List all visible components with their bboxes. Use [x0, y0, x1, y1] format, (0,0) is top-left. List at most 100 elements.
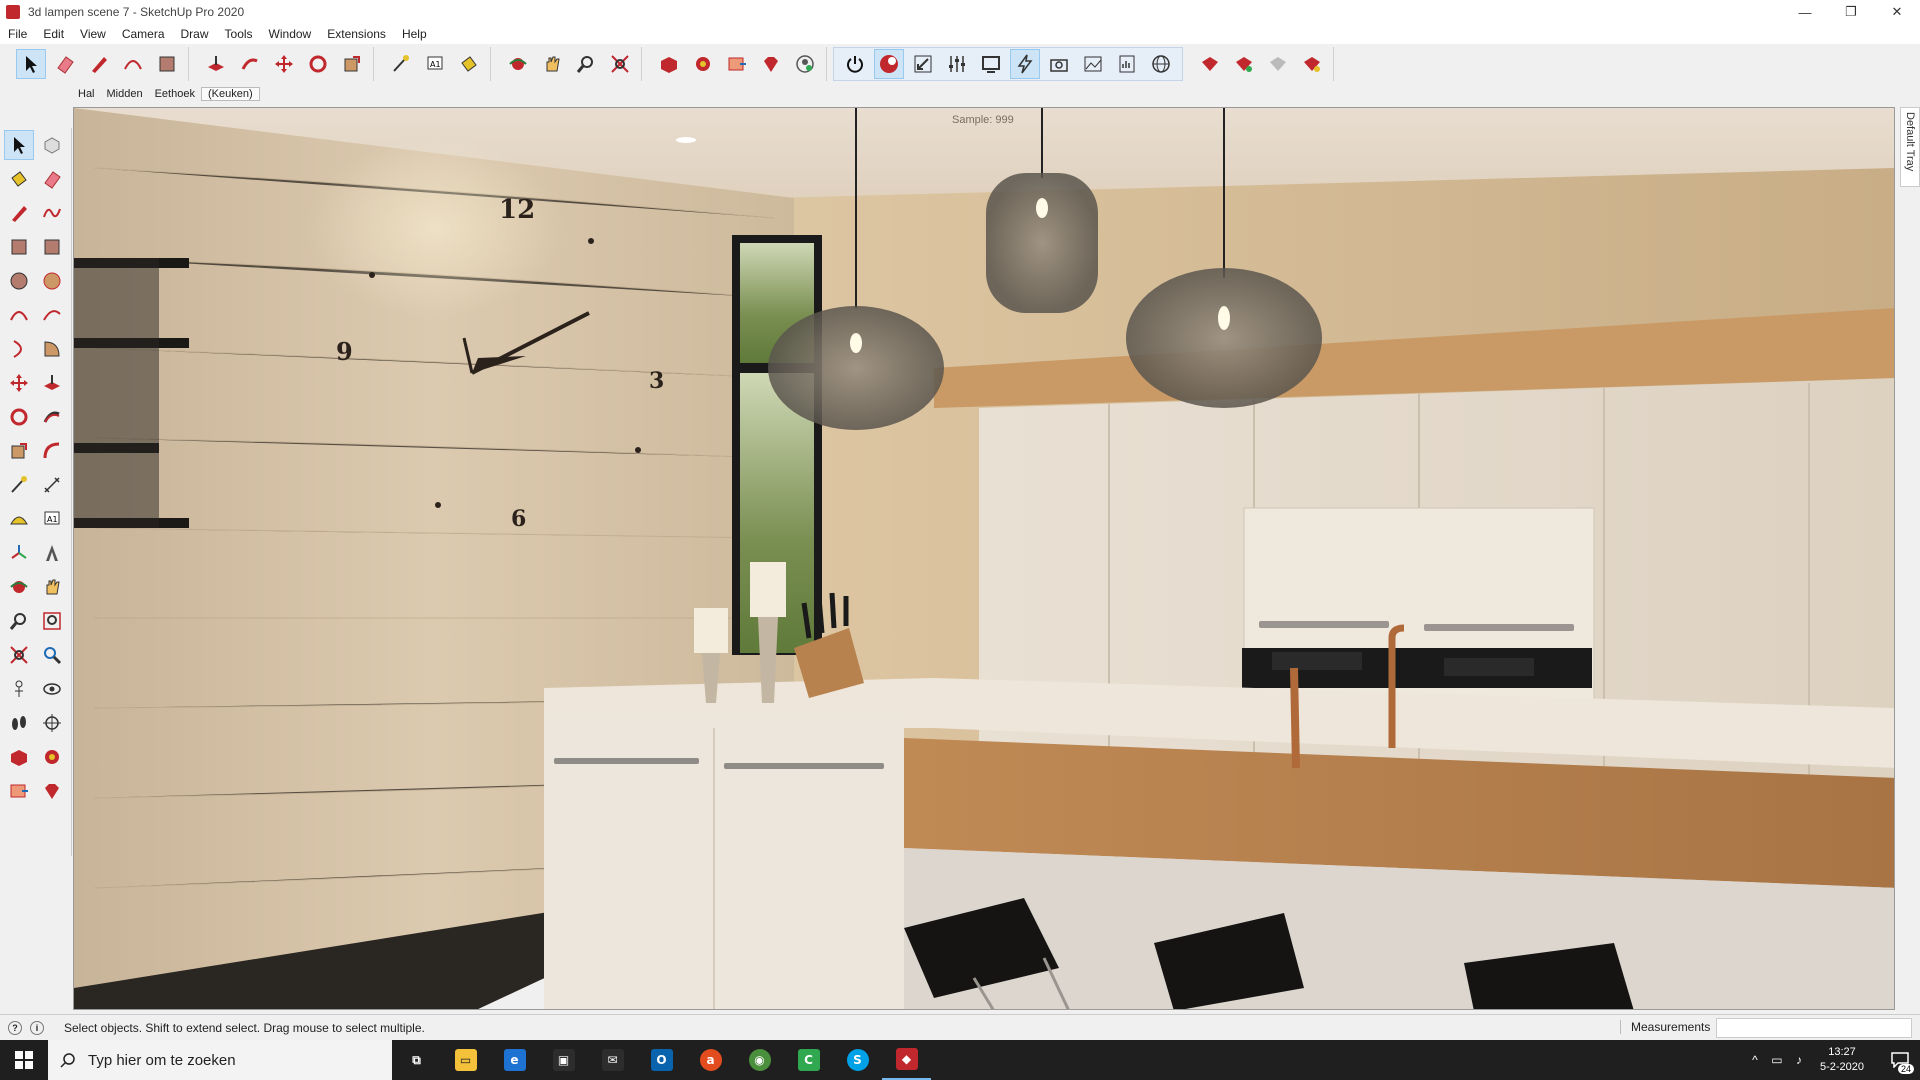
left-walk-button[interactable]	[4, 708, 34, 738]
left-look-around-button[interactable]	[38, 674, 68, 704]
account-button[interactable]	[790, 49, 820, 79]
left-circle-button[interactable]	[4, 266, 34, 296]
asset-editor-button[interactable]	[1112, 49, 1142, 79]
layout-send-button[interactable]	[722, 49, 752, 79]
scene-tab-hal[interactable]: Hal	[72, 88, 101, 100]
menu-extensions[interactable]: Extensions	[319, 27, 394, 41]
left-layout-button[interactable]	[4, 776, 34, 806]
orbit-tool-button[interactable]	[503, 49, 533, 79]
left-tape-button[interactable]	[4, 470, 34, 500]
render-frame-button[interactable]	[976, 49, 1006, 79]
move-tool-button[interactable]	[269, 49, 299, 79]
left-orbit-button[interactable]	[4, 572, 34, 602]
eraser-tool-button[interactable]	[50, 49, 80, 79]
left-3d-text-button[interactable]	[38, 538, 68, 568]
render-camera-button[interactable]	[1044, 49, 1074, 79]
default-tray-tab[interactable]: Default Tray	[1900, 107, 1920, 187]
left-rectangle-button[interactable]	[4, 232, 34, 262]
taskbar-clock[interactable]: 13:27 5-2-2020	[1820, 1045, 1864, 1075]
left-pie-button[interactable]	[38, 334, 68, 364]
extension-2-button[interactable]	[1229, 49, 1259, 79]
render-realtime-button[interactable]	[874, 49, 904, 79]
extension-4-button[interactable]	[1297, 49, 1327, 79]
left-position-camera-button[interactable]	[4, 674, 34, 704]
extension-1-button[interactable]	[1195, 49, 1225, 79]
tape-measure-tool-button[interactable]	[386, 49, 416, 79]
action-center-button[interactable]: 24	[1880, 1040, 1920, 1080]
left-extension-warehouse-button[interactable]	[38, 742, 68, 772]
pan-tool-button[interactable]	[537, 49, 567, 79]
3d-warehouse-button[interactable]	[654, 49, 684, 79]
left-dimension-button[interactable]	[38, 470, 68, 500]
left-warehouse-button[interactable]	[4, 742, 34, 772]
left-pan-button[interactable]	[38, 572, 68, 602]
menu-help[interactable]: Help	[394, 27, 435, 41]
taskbar-file-explorer[interactable]: ▭	[441, 1040, 490, 1080]
left-eraser-button[interactable]	[38, 164, 68, 194]
frame-buffer-button[interactable]	[1078, 49, 1108, 79]
chaos-cloud-button[interactable]	[1146, 49, 1176, 79]
close-button[interactable]: ✕	[1874, 0, 1920, 24]
taskbar-mail[interactable]: ✉	[588, 1040, 637, 1080]
taskbar-search[interactable]: Typ hier om te zoeken	[48, 1040, 392, 1080]
render-resize-button[interactable]	[908, 49, 938, 79]
chevron-up-icon[interactable]: ^	[1744, 1053, 1766, 1067]
left-previous-view-button[interactable]	[38, 640, 68, 670]
push-pull-tool-button[interactable]	[201, 49, 231, 79]
left-line-button[interactable]	[4, 198, 34, 228]
zoom-extents-button[interactable]	[605, 49, 635, 79]
network-icon[interactable]: ▭	[1766, 1053, 1788, 1067]
rectangle-tool-button[interactable]	[152, 49, 182, 79]
taskbar-skype[interactable]: S	[833, 1040, 882, 1080]
arc-tool-button[interactable]	[118, 49, 148, 79]
model-viewport[interactable]: 12 9 3 6 Sample: 999	[73, 107, 1895, 1010]
menu-view[interactable]: View	[72, 27, 114, 41]
extension-3-button[interactable]	[1263, 49, 1293, 79]
maximize-button[interactable]: ❐	[1828, 0, 1874, 24]
left-paint-button[interactable]	[4, 164, 34, 194]
taskbar-camtasia[interactable]: C	[784, 1040, 833, 1080]
taskbar-act[interactable]: a	[686, 1040, 735, 1080]
left-freehand-button[interactable]	[38, 198, 68, 228]
left-section-plane-button[interactable]	[38, 708, 68, 738]
left-ruby-button[interactable]	[38, 776, 68, 806]
scale-tool-button[interactable]	[337, 49, 367, 79]
volume-icon[interactable]: ♪	[1788, 1053, 1810, 1067]
taskbar-edge[interactable]: e	[490, 1040, 539, 1080]
left-component-button[interactable]	[38, 130, 67, 160]
left-move-button[interactable]	[4, 368, 34, 398]
taskbar-chrome[interactable]: ◉	[735, 1040, 784, 1080]
render-power-button[interactable]	[840, 49, 870, 79]
minimize-button[interactable]: —	[1782, 0, 1828, 24]
menu-camera[interactable]: Camera	[114, 27, 173, 41]
geo-location-icon[interactable]: ?	[8, 1020, 22, 1035]
left-2pt-arc-button[interactable]	[38, 300, 68, 330]
left-scale-button[interactable]	[4, 436, 34, 466]
select-tool-button[interactable]	[16, 49, 46, 79]
menu-edit[interactable]: Edit	[35, 27, 72, 41]
render-interactive-button[interactable]	[1010, 49, 1040, 79]
left-follow-me-button[interactable]	[38, 402, 68, 432]
scene-tab-eethoek[interactable]: Eethoek	[149, 88, 201, 100]
instructor-info-icon[interactable]: i	[30, 1020, 44, 1035]
left-rotated-rectangle-button[interactable]	[38, 232, 68, 262]
left-arc-button[interactable]	[4, 300, 34, 330]
taskbar-sketchup[interactable]: ◆	[882, 1040, 931, 1080]
menu-draw[interactable]: Draw	[173, 27, 217, 41]
left-select-button[interactable]	[4, 130, 34, 160]
taskbar-task-view[interactable]: ⧉	[392, 1040, 441, 1080]
paint-bucket-tool-button[interactable]	[454, 49, 484, 79]
zoom-tool-button[interactable]	[571, 49, 601, 79]
left-offset-button[interactable]	[38, 436, 68, 466]
render-settings-button[interactable]	[942, 49, 972, 79]
menu-window[interactable]: Window	[261, 27, 320, 41]
taskbar-store[interactable]: ▣	[539, 1040, 588, 1080]
left-polygon-button[interactable]	[38, 266, 68, 296]
start-button[interactable]	[0, 1040, 48, 1080]
left-protractor-button[interactable]	[4, 504, 34, 534]
left-rotate-button[interactable]	[4, 402, 34, 432]
extension-manager-button[interactable]	[756, 49, 786, 79]
text-tool-button[interactable]: A1	[420, 49, 450, 79]
left-zoom-button[interactable]	[4, 606, 34, 636]
extension-warehouse-button[interactable]	[688, 49, 718, 79]
